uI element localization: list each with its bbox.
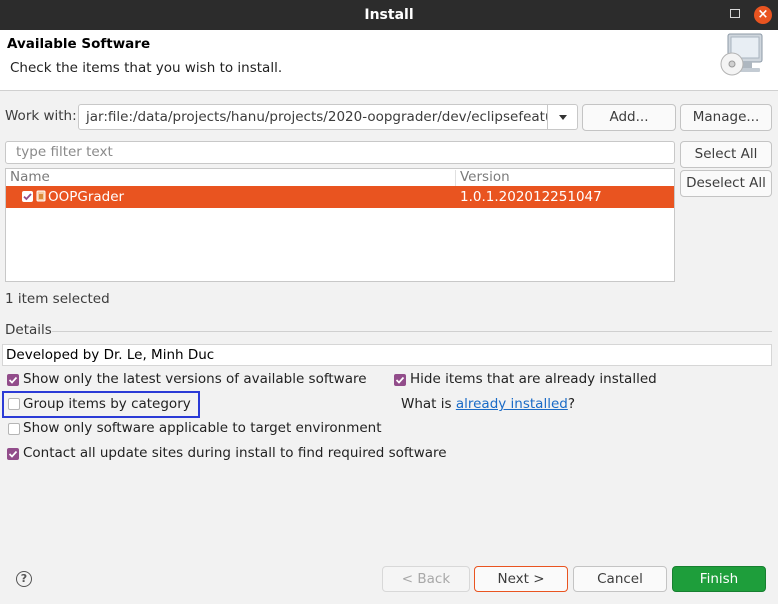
column-header-name[interactable]: Name bbox=[10, 169, 50, 185]
row-name-cell: OOPGrader bbox=[48, 189, 125, 205]
back-button[interactable]: < Back bbox=[382, 566, 470, 592]
window-title: Install bbox=[364, 7, 414, 23]
deselect-all-button[interactable]: Deselect All bbox=[680, 170, 772, 197]
install-wizard-icon bbox=[720, 33, 763, 76]
finish-button[interactable]: Finish bbox=[672, 566, 766, 592]
contact-sites-checkbox[interactable] bbox=[7, 448, 19, 460]
row-version-cell: 1.0.1.202012251047 bbox=[460, 189, 602, 205]
work-with-dropdown-button[interactable] bbox=[548, 104, 578, 130]
what-is-text: What is already installed? bbox=[401, 396, 575, 412]
page-subtitle: Check the items that you wish to install… bbox=[10, 60, 283, 76]
feature-icon bbox=[36, 190, 46, 202]
details-text: Developed by Dr. Le, Minh Duc bbox=[6, 347, 215, 363]
manage-sites-button[interactable]: Manage... bbox=[680, 104, 772, 131]
help-icon[interactable]: ? bbox=[16, 571, 32, 587]
contact-sites-label[interactable]: Contact all update sites during install … bbox=[23, 445, 447, 461]
checkmark-icon bbox=[8, 376, 18, 384]
latest-versions-label[interactable]: Show only the latest versions of availab… bbox=[23, 371, 367, 387]
work-with-combo[interactable]: jar:file:/data/projects/hanu/projects/20… bbox=[78, 104, 548, 130]
minimize-icon[interactable] bbox=[730, 9, 740, 18]
what-is-prefix: What is bbox=[401, 396, 456, 412]
details-divider bbox=[52, 331, 772, 332]
next-button[interactable]: Next > bbox=[474, 566, 568, 592]
work-with-label: Work with: bbox=[5, 108, 77, 124]
hide-installed-label[interactable]: Hide items that are already installed bbox=[410, 371, 657, 387]
checkmark-icon bbox=[8, 450, 18, 458]
latest-versions-checkbox[interactable] bbox=[7, 374, 19, 386]
filter-input[interactable] bbox=[6, 142, 656, 162]
filter-field[interactable] bbox=[5, 141, 675, 164]
selection-status: 1 item selected bbox=[5, 291, 110, 307]
column-divider[interactable] bbox=[455, 170, 456, 186]
checkmark-icon bbox=[23, 193, 32, 201]
page-title: Available Software bbox=[7, 36, 151, 52]
applicable-only-label[interactable]: Show only software applicable to target … bbox=[23, 420, 382, 436]
column-header-version[interactable]: Version bbox=[460, 169, 510, 185]
checkmark-icon bbox=[395, 376, 405, 384]
close-icon[interactable]: × bbox=[754, 6, 772, 24]
add-site-button[interactable]: Add... bbox=[582, 104, 676, 131]
applicable-only-checkbox[interactable] bbox=[8, 423, 20, 435]
chevron-down-icon bbox=[559, 115, 567, 120]
row-checkbox[interactable] bbox=[22, 191, 33, 202]
select-all-button[interactable]: Select All bbox=[680, 141, 772, 168]
already-installed-link[interactable]: already installed bbox=[456, 396, 568, 412]
cancel-button[interactable]: Cancel bbox=[573, 566, 667, 592]
hide-installed-checkbox[interactable] bbox=[394, 374, 406, 386]
highlight-box bbox=[2, 391, 200, 418]
what-is-suffix: ? bbox=[567, 396, 576, 412]
details-label: Details bbox=[5, 322, 52, 338]
